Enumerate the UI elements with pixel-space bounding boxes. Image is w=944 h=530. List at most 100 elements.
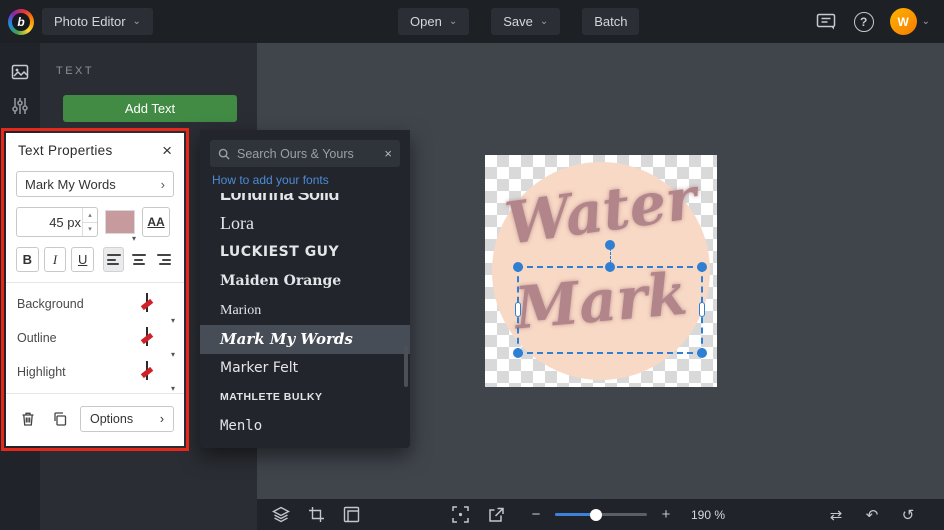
font-size-steppers[interactable]: ▴ ▾: [82, 208, 97, 236]
resize-handle-bottom-left[interactable]: [513, 348, 523, 358]
account-menu[interactable]: W ⌄: [890, 8, 930, 35]
batch-button[interactable]: Batch: [582, 8, 639, 35]
highlight-swatch[interactable]: ▾: [146, 362, 173, 383]
font-size-input[interactable]: [17, 208, 81, 236]
options-button[interactable]: Options ›: [80, 406, 174, 432]
letter-case-button[interactable]: AA: [142, 207, 170, 237]
font-size-row: ▴ ▾ ▾ AA: [16, 207, 174, 237]
add-fonts-link[interactable]: How to add your fonts: [212, 173, 398, 187]
external-link-icon: [488, 507, 504, 523]
chat-bubble-icon: [816, 13, 836, 31]
font-list-item[interactable]: Maiden Orange: [200, 267, 410, 296]
underline-button[interactable]: U: [71, 247, 94, 272]
history-button[interactable]: ↺: [898, 504, 918, 526]
align-right-button[interactable]: [153, 247, 174, 272]
font-family-selector[interactable]: Mark My Words ›: [16, 171, 174, 197]
font-list-item[interactable]: LUCKIEST GUY: [200, 238, 410, 267]
canvas-image[interactable]: Water Mark: [485, 155, 717, 387]
image-manager-icon[interactable]: [0, 55, 40, 89]
align-center-button[interactable]: [128, 247, 149, 272]
font-search-box[interactable]: ×: [210, 140, 400, 167]
resize-handle-bottom-right[interactable]: [697, 348, 707, 358]
save-label: Save: [503, 14, 533, 29]
none-swatch-icon: [146, 361, 148, 380]
align-left-button[interactable]: [103, 247, 124, 272]
font-picker-dropdown: × How to add your fonts Londrina SolidLo…: [200, 130, 410, 448]
text-properties-header: Text Properties ×: [6, 133, 184, 167]
font-list-item[interactable]: Lora: [200, 209, 410, 238]
italic-button[interactable]: I: [44, 247, 67, 272]
crop-icon: [308, 506, 325, 523]
swatch-caret-icon[interactable]: ▾: [132, 234, 136, 243]
avatar[interactable]: W: [890, 8, 917, 35]
resize-handle-top-right[interactable]: [697, 262, 707, 272]
background-swatch[interactable]: ▾: [146, 294, 173, 315]
bottom-left-tools: [271, 499, 361, 530]
font-list-item[interactable]: MATHLETE BULKY: [200, 383, 410, 412]
zoom-slider[interactable]: [555, 513, 647, 516]
text-selection-box[interactable]: [517, 266, 703, 354]
top-right-group: ? W ⌄: [814, 0, 930, 43]
close-icon[interactable]: ×: [162, 142, 172, 159]
duplicate-icon: [52, 411, 68, 427]
fit-to-screen-button[interactable]: [450, 504, 470, 526]
text-properties-title: Text Properties: [18, 143, 113, 158]
trash-icon: [20, 411, 36, 427]
font-list-item[interactable]: Marker Felt: [200, 354, 410, 383]
annotation-highlight-box: Text Properties × Mark My Words › ▴ ▾ ▾: [1, 128, 189, 451]
text-style-row: B I U: [16, 247, 174, 272]
clear-search-icon[interactable]: ×: [384, 146, 392, 161]
options-label: Options: [90, 412, 133, 426]
edit-sliders-icon[interactable]: [0, 89, 40, 123]
stepper-up-icon[interactable]: ▴: [83, 208, 97, 223]
compare-button[interactable]: ⇄: [826, 504, 846, 526]
feedback-button[interactable]: [814, 10, 838, 34]
font-search-input[interactable]: [237, 147, 377, 161]
full-view-button[interactable]: [486, 504, 506, 526]
rotation-handle[interactable]: [605, 240, 615, 250]
zoom-out-button[interactable]: −: [526, 504, 546, 526]
crop-button[interactable]: [306, 504, 326, 526]
font-list-item[interactable]: Menlo: [200, 412, 410, 435]
open-label: Open: [410, 14, 442, 29]
undo-button[interactable]: ↶: [862, 504, 882, 526]
canvas-frame-button[interactable]: [341, 504, 361, 526]
rotation-connector-line: [610, 248, 611, 263]
fit-screen-icon: [452, 506, 469, 523]
help-button[interactable]: ?: [854, 12, 874, 32]
search-icon: [218, 148, 230, 160]
photo-editor-app: Water Mark TEXT Add Text Text P: [0, 0, 944, 530]
scrollbar-thumb[interactable]: [404, 345, 408, 387]
frame-icon: [343, 506, 360, 523]
zoom-in-button[interactable]: +: [656, 504, 676, 526]
open-button[interactable]: Open ⌄: [398, 8, 469, 35]
zoom-slider-knob[interactable]: [590, 509, 602, 521]
text-panel-title: TEXT: [56, 65, 257, 77]
duplicate-text-button[interactable]: [48, 407, 72, 431]
divider: [6, 393, 184, 394]
resize-handle-mid-right[interactable]: [699, 302, 705, 317]
resize-handle-mid-left[interactable]: [515, 302, 521, 317]
app-logo-icon[interactable]: b: [8, 9, 34, 35]
stepper-down-icon[interactable]: ▾: [83, 223, 97, 237]
outline-swatch[interactable]: ▾: [146, 328, 173, 349]
add-text-button[interactable]: Add Text: [63, 95, 237, 122]
font-list: Londrina SolidLoraLUCKIEST GUYMaiden Ora…: [200, 193, 410, 435]
align-center-icon: [132, 254, 146, 265]
swatch-caret-icon[interactable]: ▾: [171, 316, 175, 325]
layers-button[interactable]: [271, 504, 291, 526]
swatch-caret-icon[interactable]: ▾: [171, 350, 175, 359]
app-menu-button[interactable]: Photo Editor ⌄: [42, 8, 153, 35]
font-list-item[interactable]: Mark My Words: [200, 325, 410, 354]
resize-handle-top-left[interactable]: [513, 262, 523, 272]
font-list-item[interactable]: Marion: [200, 296, 410, 325]
resize-handle-top-center[interactable]: [605, 262, 615, 272]
font-list-item[interactable]: Londrina Solid: [200, 193, 410, 209]
bold-button[interactable]: B: [16, 247, 39, 272]
save-button[interactable]: Save ⌄: [491, 8, 560, 35]
swatch-caret-icon[interactable]: ▾: [171, 384, 175, 393]
chevron-down-icon: ⌄: [133, 16, 141, 27]
text-color-swatch[interactable]: ▾: [105, 210, 135, 234]
delete-text-button[interactable]: [16, 407, 40, 431]
font-size-spinner[interactable]: ▴ ▾: [16, 207, 98, 237]
